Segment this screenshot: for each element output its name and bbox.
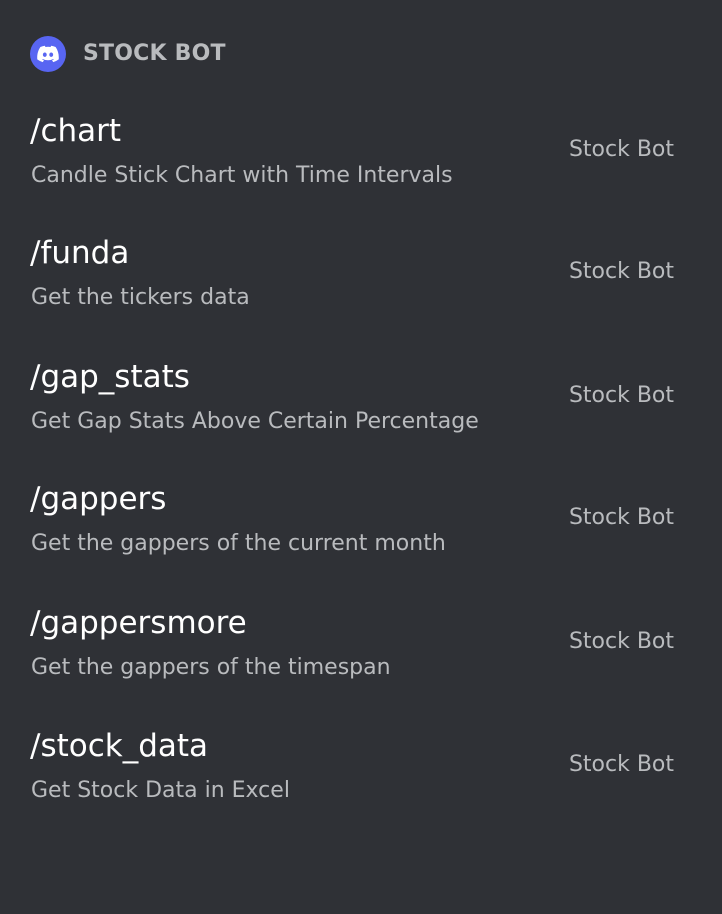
command-item-gap-stats[interactable]: /gap_stats Get Gap Stats Above Certain P…	[0, 357, 722, 475]
command-source: Stock Bot	[568, 383, 674, 408]
command-source: Stock Bot	[568, 137, 674, 162]
command-name: /stock_data	[30, 728, 209, 764]
command-name: /gap_stats	[30, 359, 190, 395]
command-item-gappersmore[interactable]: /gappersmore Get the gappers of the time…	[0, 603, 722, 721]
bot-avatar	[30, 36, 66, 72]
command-item-chart[interactable]: /chart Candle Stick Chart with Time Inte…	[0, 111, 722, 229]
command-name: /gappers	[30, 481, 167, 517]
command-item-gappers[interactable]: /gappers Get the gappers of the current …	[0, 479, 722, 597]
command-name: /chart	[30, 113, 122, 149]
command-source: Stock Bot	[568, 752, 674, 777]
discord-icon	[37, 45, 59, 63]
command-name: /funda	[30, 235, 130, 271]
bot-name-label: STOCK BOT	[83, 41, 226, 66]
command-description: Get Gap Stats Above Certain Percentage	[31, 409, 479, 434]
command-description: Get the tickers data	[31, 285, 250, 310]
command-item-stock-data[interactable]: /stock_data Get Stock Data in Excel Stoc…	[0, 726, 722, 844]
slash-command-panel: STOCK BOT /chart Candle Stick Chart with…	[0, 0, 722, 914]
command-description: Get Stock Data in Excel	[31, 778, 290, 803]
command-source: Stock Bot	[568, 629, 674, 654]
bot-section-header: STOCK BOT	[30, 35, 226, 73]
command-item-funda[interactable]: /funda Get the tickers data Stock Bot	[0, 233, 722, 351]
command-description: Get the gappers of the timespan	[31, 655, 391, 680]
command-name: /gappersmore	[30, 605, 247, 641]
command-description: Candle Stick Chart with Time Intervals	[31, 163, 453, 188]
command-source: Stock Bot	[568, 505, 674, 530]
command-description: Get the gappers of the current month	[31, 531, 446, 556]
command-source: Stock Bot	[568, 259, 674, 284]
